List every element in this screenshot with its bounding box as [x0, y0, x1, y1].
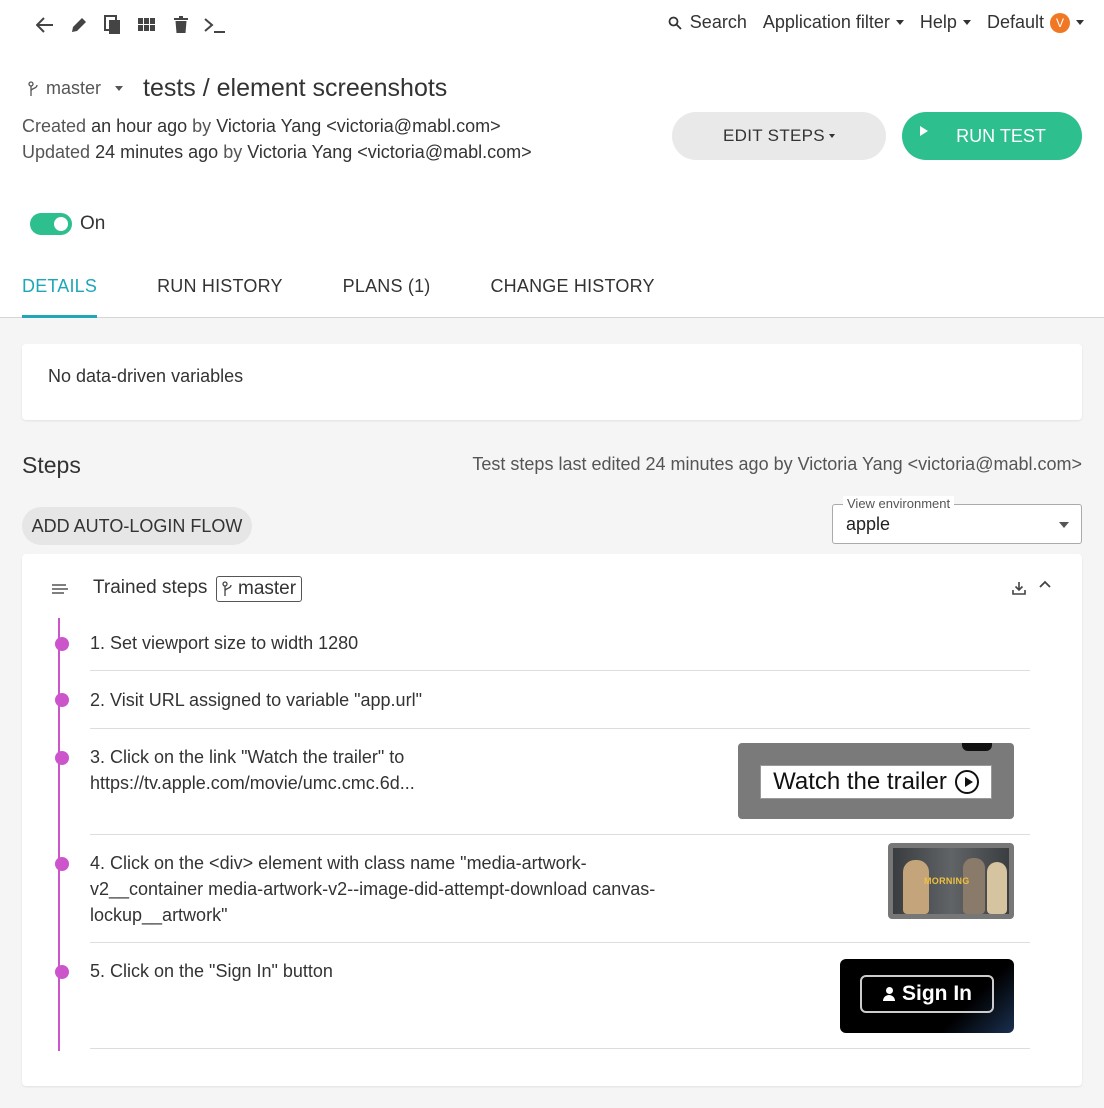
- tab-bar: DETAILS RUN HISTORY PLANS (1) CHANGE HIS…: [22, 276, 715, 318]
- updated-by-word: by: [223, 142, 243, 162]
- trained-branch-tag: master: [216, 576, 303, 602]
- branch-name: master: [46, 78, 102, 98]
- step-marker: [55, 693, 69, 707]
- step-text: 1. Set viewport size to width 1280: [90, 633, 359, 653]
- created-prefix: Created: [22, 116, 87, 136]
- run-test-button[interactable]: RUN TEST: [902, 112, 1082, 160]
- artwork-preview: MORNING: [893, 848, 1009, 914]
- step-marker: [55, 751, 69, 765]
- avatar: V: [1050, 12, 1070, 33]
- tab-change-history[interactable]: CHANGE HISTORY: [490, 276, 654, 318]
- chevron-down-icon: [828, 134, 835, 138]
- created-author: Victoria Yang <victoria@mabl.com>: [216, 116, 501, 136]
- application-filter-dropdown[interactable]: Application filter: [763, 12, 904, 33]
- step-text: 2. Visit URL assigned to variable "app.u…: [90, 690, 422, 710]
- screenshot-corner: [962, 743, 992, 751]
- back-arrow-icon[interactable]: [28, 12, 62, 38]
- steps-last-edited: Test steps last edited 24 minutes ago by…: [472, 454, 1082, 474]
- grid-icon[interactable]: [130, 12, 164, 38]
- sign-in-preview: Sign In: [860, 975, 994, 1013]
- page-header: Search Application filter Help Default V…: [0, 0, 1104, 318]
- page-title: tests / element screenshots: [143, 74, 448, 102]
- step-screenshot[interactable]: Sign In: [840, 959, 1014, 1033]
- chevron-down-icon: [1076, 20, 1084, 25]
- watch-trailer-preview: Watch the trailer: [760, 765, 992, 799]
- edit-steps-label: EDIT STEPS: [723, 126, 825, 145]
- play-circle-icon: [954, 770, 979, 794]
- step-row[interactable]: 4. Click on the <div> element with class…: [55, 835, 1030, 943]
- trash-icon[interactable]: [164, 12, 198, 38]
- step-row[interactable]: 1. Set viewport size to width 1280: [55, 616, 1030, 671]
- edit-steps-button[interactable]: EDIT STEPS: [672, 112, 886, 160]
- sign-in-text: Sign In: [902, 982, 972, 1005]
- chevron-down-icon: [895, 20, 904, 25]
- artwork-figure: [903, 860, 929, 914]
- environment-label: View environment: [843, 496, 955, 511]
- updated-author: Victoria Yang <victoria@mabl.com>: [247, 142, 532, 162]
- step-row[interactable]: 3. Click on the link "Watch the trailer"…: [55, 729, 1030, 835]
- step-screenshot[interactable]: MORNING: [888, 843, 1014, 919]
- help-label: Help: [919, 12, 957, 32]
- tab-plans[interactable]: PLANS (1): [343, 276, 431, 318]
- step-screenshot[interactable]: Watch the trailer: [738, 743, 1014, 819]
- created-info: Created an hour ago by Victoria Yang <vi…: [22, 116, 501, 137]
- updated-prefix: Updated: [22, 142, 91, 162]
- artwork-figure: [963, 858, 985, 914]
- chevron-down-icon: [1059, 522, 1069, 528]
- help-dropdown[interactable]: Help: [920, 12, 971, 33]
- tab-run-history[interactable]: RUN HISTORY: [157, 276, 283, 318]
- step-text: 3. Click on the link "Watch the trailer"…: [90, 747, 415, 793]
- search-button[interactable]: Search: [668, 12, 747, 33]
- search-icon: [668, 16, 682, 30]
- workspace-label: Default: [986, 12, 1044, 32]
- list-icon: [52, 584, 68, 594]
- toolbar: [28, 12, 232, 38]
- steps-heading: Steps: [22, 452, 81, 478]
- application-filter-label: Application filter: [762, 12, 890, 32]
- artwork-logo: MORNING: [924, 876, 970, 886]
- created-time: an hour ago: [91, 116, 188, 136]
- pencil-icon[interactable]: [62, 12, 96, 38]
- environment-select[interactable]: View environment apple: [832, 496, 1082, 544]
- step-row[interactable]: 5. Click on the "Sign In" button Sign In: [55, 943, 1030, 1049]
- environment-value: apple: [846, 514, 891, 534]
- branch-selector[interactable]: master: [28, 78, 124, 99]
- steps-timeline: [58, 618, 60, 1051]
- step-marker: [55, 857, 69, 871]
- download-icon[interactable]: [1012, 581, 1026, 595]
- chevron-down-icon: [962, 20, 971, 25]
- chevron-down-icon: [115, 86, 124, 91]
- branch-icon: [28, 80, 38, 96]
- variables-card: No data-driven variables: [22, 344, 1082, 420]
- copy-icon[interactable]: [96, 12, 130, 38]
- person-icon: [882, 987, 896, 1001]
- toggle-knob: [54, 217, 68, 231]
- terminal-icon[interactable]: [198, 12, 232, 38]
- created-by-word: by: [192, 116, 212, 136]
- step-text: 4. Click on the <div> element with class…: [90, 853, 656, 925]
- updated-time: 24 minutes ago: [95, 142, 219, 162]
- no-variables-text: No data-driven variables: [48, 366, 244, 386]
- branch-icon: [222, 581, 232, 596]
- search-label: Search: [689, 12, 747, 32]
- watch-trailer-text: Watch the trailer: [773, 768, 947, 795]
- trained-steps-title: Trained steps: [93, 577, 208, 598]
- workspace-dropdown[interactable]: Default V: [987, 12, 1084, 33]
- toggle-label: On: [80, 213, 106, 234]
- step-text: 5. Click on the "Sign In" button: [90, 961, 333, 981]
- step-row[interactable]: 2. Visit URL assigned to variable "app.u…: [55, 671, 1030, 729]
- trained-branch-name: master: [238, 578, 297, 599]
- step-marker: [55, 965, 69, 979]
- artwork-figure: [987, 862, 1007, 914]
- trained-steps-card: Trained steps master 1. Set viewport siz…: [22, 554, 1082, 1086]
- tab-details[interactable]: DETAILS: [22, 276, 98, 318]
- step-marker: [55, 637, 69, 651]
- updated-info: Updated 24 minutes ago by Victoria Yang …: [22, 142, 532, 163]
- enabled-toggle[interactable]: [30, 213, 72, 235]
- play-icon: [920, 126, 928, 136]
- run-test-label: RUN TEST: [956, 125, 1046, 146]
- top-navigation: Search Application filter Help Default V: [652, 12, 1084, 33]
- chevron-up-icon[interactable]: [1039, 580, 1051, 590]
- add-auto-login-flow-button[interactable]: ADD AUTO-LOGIN FLOW: [22, 507, 252, 545]
